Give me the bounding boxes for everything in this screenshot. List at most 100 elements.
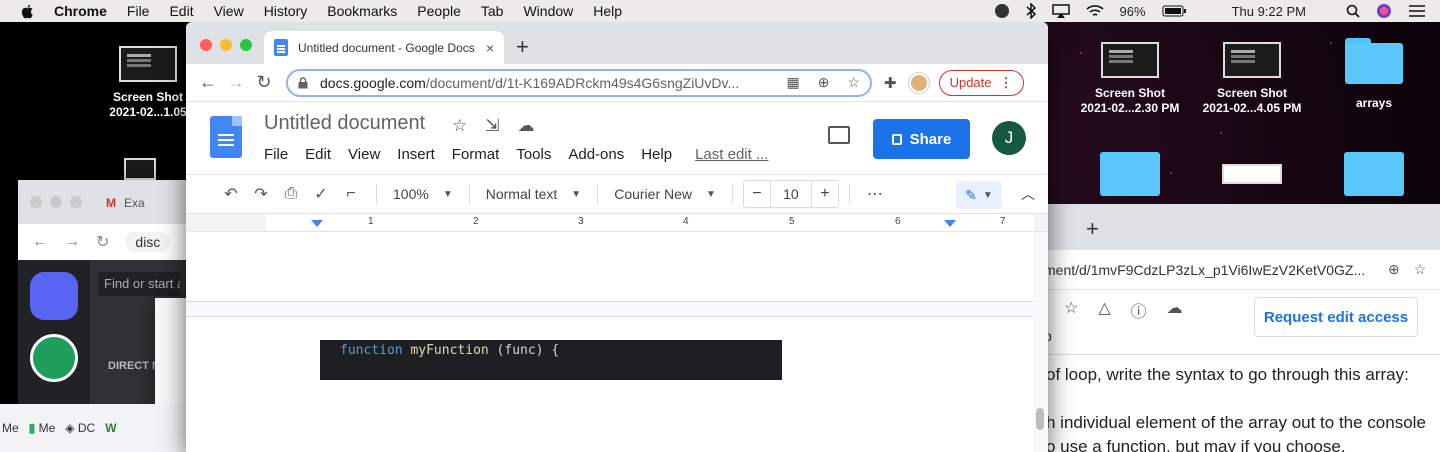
qr-code-icon[interactable]: ▦ (786, 74, 799, 91)
spellcheck-icon[interactable]: ✓ (306, 184, 336, 204)
cloud-status-icon[interactable]: ☁ (518, 116, 535, 136)
right-url[interactable]: ment/d/1mvF9CdzLP3zLx_p1Vi6IwEzV2KetV0GZ… (1044, 262, 1374, 278)
gmail-tab[interactable]: M Exa (106, 196, 145, 210)
apple-icon[interactable] (20, 3, 36, 19)
more-options-icon[interactable]: ⋯ (860, 184, 890, 204)
comment-history-icon[interactable] (828, 126, 850, 144)
airplay-icon[interactable] (1051, 4, 1070, 18)
zoom-icon[interactable]: ⊕ (1388, 261, 1400, 278)
wifi-icon[interactable] (1085, 4, 1104, 18)
docs-menu-help[interactable]: Help (641, 146, 672, 163)
evernote-icon[interactable] (994, 3, 1010, 19)
desktop-screenshot-thumbnail[interactable] (1222, 164, 1282, 184)
forward-icon[interactable]: → (64, 233, 80, 251)
bookmark-star-icon[interactable]: ☆ (1414, 261, 1427, 278)
docs-menu-file[interactable]: File (264, 146, 288, 163)
docs-menu-view[interactable]: View (348, 146, 380, 163)
menu-view[interactable]: View (214, 3, 244, 19)
editing-mode-button[interactable]: ✎ ▼ (956, 181, 1002, 209)
request-edit-access-button[interactable]: Request edit access (1254, 297, 1418, 337)
find-conversation-input[interactable]: Find or start a (98, 272, 180, 296)
last-edit-link[interactable]: Last edit ... (695, 146, 768, 163)
drive-icon[interactable]: △ (1098, 298, 1110, 322)
paragraph-style-dropdown[interactable]: Normal text ▼ (480, 186, 587, 202)
menu-history[interactable]: History (264, 3, 308, 19)
zoom-icon[interactable] (70, 196, 82, 208)
profile-avatar[interactable] (908, 72, 929, 93)
server-icon[interactable] (30, 334, 78, 382)
menubar-clock[interactable]: Thu 9:22 PM (1232, 4, 1306, 19)
menu-bookmarks[interactable]: Bookmarks (327, 3, 397, 19)
bluetooth-icon[interactable] (1026, 3, 1036, 19)
back-icon[interactable]: ← (194, 69, 222, 97)
close-icon[interactable] (30, 196, 42, 208)
desktop-icon-arrays-folder[interactable]: arrays (1304, 38, 1440, 111)
minimize-window-icon[interactable] (220, 39, 232, 51)
move-folder-icon[interactable]: ⇲ (485, 116, 499, 136)
print-icon[interactable]: ⎙ (276, 185, 306, 203)
extensions-puzzle-icon[interactable]: ✚ (884, 74, 897, 92)
docs-menu-tools[interactable]: Tools (516, 146, 551, 163)
docs-menu-insert[interactable]: Insert (397, 146, 435, 163)
bookmark-icon[interactable]: W (105, 421, 116, 435)
docs-logo-icon[interactable] (210, 116, 242, 158)
cloud-icon[interactable]: ☁ (1167, 298, 1183, 322)
menu-file[interactable]: File (127, 3, 150, 19)
spotlight-search-icon[interactable] (1346, 4, 1360, 18)
battery-icon[interactable] (1162, 5, 1186, 17)
lock-icon[interactable] (298, 76, 308, 89)
bg-omnibox[interactable]: disc (125, 232, 171, 252)
minimize-icon[interactable] (50, 196, 62, 208)
siri-icon[interactable] (1376, 3, 1392, 19)
zoom-window-icon[interactable] (240, 39, 252, 51)
paint-format-icon[interactable]: ⌐ (336, 185, 366, 203)
font-size-input[interactable]: 10 (769, 181, 812, 207)
desktop-folder-icon[interactable] (1100, 152, 1160, 196)
decrease-font-size-button[interactable]: − (744, 185, 770, 203)
discord-icon[interactable] (30, 272, 78, 320)
desktop-screenshot-thumbnail[interactable] (124, 158, 156, 180)
menu-people[interactable]: People (417, 3, 461, 19)
desktop-icon-screenshot-3[interactable]: Screen Shot 2021-02...4.05 PM (1182, 42, 1322, 116)
back-icon[interactable]: ← (32, 233, 48, 251)
bookmark-item[interactable]: Me (2, 421, 19, 435)
menu-tab[interactable]: Tab (481, 3, 504, 19)
omnibox[interactable]: docs.google.com/document/d/1t-K169ADRckm… (286, 68, 872, 97)
new-tab-icon[interactable]: + (1086, 216, 1099, 242)
tab-google-docs[interactable]: Untitled document - Google Docs × (264, 31, 504, 64)
code-image[interactable]: function myFunction (func) { (320, 340, 782, 380)
menu-app-chrome[interactable]: Chrome (54, 3, 107, 19)
vertical-scrollbar[interactable] (1036, 408, 1044, 430)
new-tab-icon[interactable]: + (516, 34, 529, 60)
user-avatar[interactable]: J (992, 121, 1026, 155)
info-icon[interactable]: ⓘ (1131, 298, 1147, 322)
zoom-icon[interactable]: ⊕ (818, 74, 830, 91)
close-tab-icon[interactable]: × (486, 40, 494, 56)
forward-icon[interactable]: → (222, 69, 250, 97)
menu-help[interactable]: Help (593, 3, 622, 19)
chevron-up-icon[interactable]: ︿ (1021, 184, 1035, 204)
left-indent-marker[interactable] (311, 220, 323, 227)
desktop-icon-screenshot-2[interactable]: Screen Shot 2021-02...2.30 PM (1060, 42, 1200, 116)
font-dropdown[interactable]: Courier New ▼ (608, 186, 722, 202)
docs-menu-edit[interactable]: Edit (305, 146, 331, 163)
increase-font-size-button[interactable]: + (812, 185, 838, 203)
reload-icon[interactable]: ↻ (250, 69, 278, 97)
update-button[interactable]: Update ⋮ (938, 69, 1024, 96)
document-title[interactable]: Untitled document (264, 112, 425, 135)
close-window-icon[interactable] (200, 39, 212, 51)
bookmark-item[interactable]: ◈ DC (65, 421, 95, 435)
bookmark-star-icon[interactable]: ☆ (847, 74, 860, 91)
star-icon[interactable]: ☆ (452, 116, 467, 136)
document-page[interactable] (186, 232, 1033, 302)
document-page[interactable] (186, 316, 1033, 452)
menu-edit[interactable]: Edit (169, 3, 193, 19)
undo-icon[interactable]: ↶ (216, 184, 246, 204)
docs-menu-addons[interactable]: Add-ons (568, 146, 624, 163)
share-button[interactable]: Share (873, 119, 970, 159)
redo-icon[interactable]: ↷ (246, 184, 276, 204)
zoom-dropdown[interactable]: 100% ▼ (387, 186, 459, 202)
right-indent-marker[interactable] (944, 220, 956, 227)
star-icon[interactable]: ☆ (1064, 298, 1078, 322)
control-center-icon[interactable] (1408, 4, 1426, 18)
